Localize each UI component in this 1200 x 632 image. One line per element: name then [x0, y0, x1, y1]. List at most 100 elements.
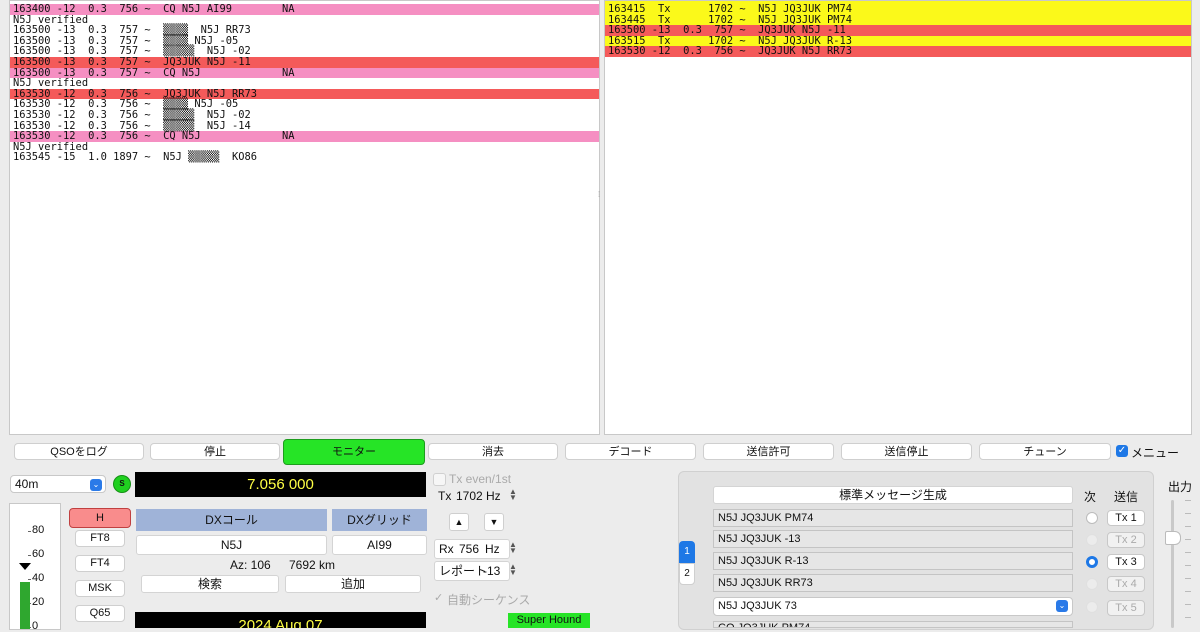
power-label: 出力: [1168, 478, 1192, 495]
tx2-button[interactable]: Tx 2: [1107, 532, 1145, 548]
tx2-message-field[interactable]: N5J JQ3JUK -13: [713, 530, 1073, 548]
tx-frequency-spinbox[interactable]: Tx 1702 Hz: [434, 487, 508, 505]
next-radio-5[interactable]: [1086, 601, 1098, 613]
decode-line[interactable]: 163400 -12 0.3 756 ~ CQ N5J AI99 NA: [10, 4, 599, 15]
generate-messages-button[interactable]: 標準メッセージ生成: [713, 486, 1073, 504]
tx4-button[interactable]: Tx 4: [1107, 576, 1145, 592]
tx1-message-field[interactable]: N5J JQ3JUK PM74: [713, 509, 1073, 527]
decode-line[interactable]: 163530 -12 0.3 756 ~ JQ3JUK N5J RR73: [605, 46, 1191, 57]
s-indicator: S: [113, 475, 131, 493]
meter-pointer-icon: [19, 563, 31, 570]
next-radio-1[interactable]: [1086, 512, 1098, 524]
mode-button-ft4[interactable]: FT4: [75, 555, 125, 572]
monitor-button[interactable]: モニター: [283, 439, 425, 465]
band-select[interactable]: 40m ⌄: [10, 475, 106, 493]
mode-button-q65[interactable]: Q65: [75, 605, 125, 622]
dx-grid-field[interactable]: AI99: [332, 535, 427, 555]
power-tick-mark: [1185, 565, 1191, 566]
dx-call-field[interactable]: N5J: [136, 535, 327, 555]
signal-meter: 806040200: [9, 503, 61, 630]
next-radio-4[interactable]: [1086, 578, 1098, 590]
meter-tick-mark: [28, 579, 31, 580]
meter-tick-label: 80: [32, 524, 44, 536]
tx-freq-stepper-icon[interactable]: ▲▼: [509, 489, 517, 501]
power-slider-handle[interactable]: [1165, 531, 1181, 545]
chevron-down-icon: ⌄: [90, 479, 102, 491]
mode-button-msk[interactable]: MSK: [75, 580, 125, 597]
band-value: 40m: [15, 477, 38, 491]
power-tick-mark: [1185, 591, 1191, 592]
meter-tick-label: 20: [32, 596, 44, 608]
tx-even-label: Tx even/1st: [449, 472, 511, 486]
tx3-message-field[interactable]: N5J JQ3JUK R-13: [713, 552, 1073, 570]
tx4-message-field[interactable]: N5J JQ3JUK RR73: [713, 574, 1073, 592]
auto-seq-label: 自動シーケンス: [447, 591, 530, 608]
decode-line[interactable]: 163500 -13 0.3 757 ~ CQ N5J NA: [10, 68, 599, 79]
tx-even-checkbox[interactable]: [433, 473, 446, 486]
dx-grid-label: DXグリッド: [332, 509, 427, 531]
rx-freq-stepper-icon[interactable]: ▲▼: [509, 542, 517, 554]
tab-1[interactable]: 1: [679, 541, 695, 563]
rx-frequency-list: 163415 Tx 1702 ~ N5J JQ3JUK PM74163445 T…: [605, 4, 1191, 57]
stop-button[interactable]: 停止: [150, 443, 280, 460]
decode-line[interactable]: 163500 -13 0.3 757 ~ JQ3JUK N5J -11: [10, 57, 599, 68]
frequency-display: 7.056 000: [135, 472, 426, 497]
tx5-message-value: N5J JQ3JUK 73: [718, 600, 797, 612]
band-activity-pane[interactable]: 163400 -12 0.3 756 ~ CQ N5J AI99 NAN5J v…: [9, 0, 600, 435]
halt-tx-button[interactable]: 送信停止: [841, 443, 972, 460]
report-label: レポート: [439, 562, 487, 580]
decode-line[interactable]: 163530 -12 0.3 756 ~ CQ N5J NA: [10, 131, 599, 142]
meter-tick-mark: [28, 555, 31, 556]
mode-button-ft8[interactable]: FT8: [75, 530, 125, 547]
next-column-label: 次: [1084, 488, 1096, 505]
next-radio-2[interactable]: [1086, 534, 1098, 546]
up-arrow-button[interactable]: ▲: [449, 513, 469, 531]
chevron-down-icon: ⌄: [1056, 600, 1068, 612]
erase-button[interactable]: 消去: [428, 443, 558, 460]
power-tick-mark: [1185, 513, 1191, 514]
tx5-button[interactable]: Tx 5: [1107, 600, 1145, 616]
auto-seq-check-icon[interactable]: ✓: [434, 591, 443, 604]
power-tick-mark: [1185, 526, 1191, 527]
decode-button[interactable]: デコード: [565, 443, 696, 460]
send-column-label: 送信: [1114, 488, 1138, 505]
report-spinbox[interactable]: レポート -13: [434, 561, 510, 581]
power-slider-track[interactable]: [1171, 500, 1174, 628]
add-button[interactable]: 追加: [285, 575, 421, 593]
meter-tick-label: 0: [32, 620, 38, 632]
tx-freq-value: 1702: [456, 487, 483, 505]
rx-frequency-pane[interactable]: 163415 Tx 1702 ~ N5J JQ3JUK PM74163445 T…: [604, 0, 1192, 435]
report-value: -13: [483, 562, 500, 580]
tx6-message-field[interactable]: CQ JQ3JUK PM74: [713, 621, 1073, 628]
lookup-button[interactable]: 検索: [141, 575, 279, 593]
rx-freq-label: Rx: [439, 540, 454, 558]
tx1-button[interactable]: Tx 1: [1107, 510, 1145, 526]
decode-line[interactable]: 163530 -12 0.3 756 ~ ▒▒▒▒▒ N5J -02: [10, 110, 599, 121]
power-tick-mark: [1185, 617, 1191, 618]
rx-freq-value: 756: [459, 540, 479, 558]
tab-2[interactable]: 2: [679, 563, 695, 585]
tx3-button[interactable]: Tx 3: [1107, 554, 1145, 570]
rx-frequency-spinbox[interactable]: Rx 756 Hz: [434, 539, 510, 559]
power-tick-mark: [1185, 578, 1191, 579]
tune-button[interactable]: チューン: [979, 443, 1111, 460]
azimuth-readout: Az: 106: [230, 558, 271, 572]
tx5-message-select[interactable]: N5J JQ3JUK 73 ⌄: [713, 597, 1073, 616]
menus-checkbox[interactable]: ✓: [1116, 445, 1128, 457]
menus-label: メニュー: [1131, 444, 1179, 461]
meter-tick-label: 40: [32, 572, 44, 584]
next-radio-3[interactable]: [1086, 556, 1098, 568]
dx-call-label: DXコール: [136, 509, 327, 531]
mode-button-h[interactable]: H: [69, 508, 131, 528]
decode-line[interactable]: 163545 -15 1.0 1897 ~ N5J ▒▒▒▒▒ KO86: [10, 152, 599, 163]
meter-bar: [20, 582, 30, 629]
power-tick-mark: [1185, 552, 1191, 553]
report-stepper-icon[interactable]: ▲▼: [509, 564, 517, 576]
distance-readout: 7692 km: [289, 558, 335, 572]
down-arrow-button[interactable]: ▼: [484, 513, 504, 531]
pane-splitter[interactable]: ⁞: [598, 190, 602, 196]
super-hound-badge: Super Hound: [508, 613, 590, 628]
log-qso-button[interactable]: QSOをログ: [14, 443, 144, 460]
enable-tx-button[interactable]: 送信許可: [703, 443, 834, 460]
decode-line[interactable]: 163415 Tx 1702 ~ N5J JQ3JUK PM74: [605, 4, 1191, 15]
